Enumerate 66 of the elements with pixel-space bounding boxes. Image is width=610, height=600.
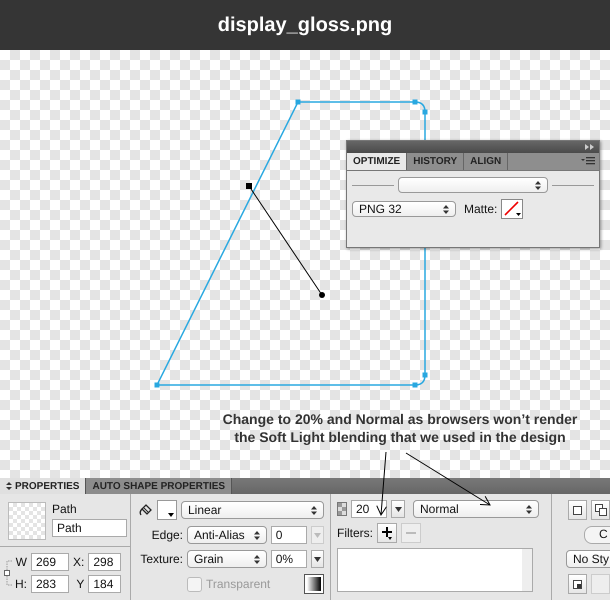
fill-swatch[interactable] — [157, 500, 177, 520]
geometry-field[interactable]: 269 — [31, 553, 69, 571]
gradient-handle[interactable] — [246, 183, 325, 298]
geometry-field[interactable]: 298 — [88, 553, 122, 571]
texture-dropdown[interactable]: Grain — [187, 550, 267, 568]
paint-bucket-icon — [139, 503, 153, 517]
object-type-label: Path — [52, 502, 78, 516]
opacity-dropdown-button[interactable] — [391, 500, 405, 518]
filters-label: Filters: — [337, 526, 373, 540]
geometry-label: X: — [73, 555, 84, 569]
edge-label: Edge: — [150, 528, 183, 542]
caret-icon — [314, 532, 321, 538]
opacity-icon — [337, 502, 347, 516]
preset-dropdown[interactable] — [398, 177, 548, 193]
collapse-icon[interactable] — [585, 144, 594, 150]
up-down-arrows-icon — [254, 530, 260, 540]
arrow — [376, 452, 388, 516]
gradient-button[interactable] — [304, 574, 324, 594]
texture-amount-field[interactable]: 0% — [270, 550, 307, 568]
up-down-arrows-icon — [254, 554, 260, 564]
new-style-icon — [573, 580, 582, 588]
up-down-arrows-icon — [6, 482, 12, 490]
panel-tab[interactable]: AUTO SHAPE PROPERTIES — [86, 478, 232, 494]
layers-button[interactable] — [591, 500, 610, 520]
up-down-arrows-icon — [526, 504, 532, 514]
geometry-label: H: — [15, 577, 27, 591]
annotation-text: Change to 20% and Normal as browsers won’t render the Soft Light blending that we used in the design — [222, 410, 578, 446]
geometry-field[interactable]: 184 — [88, 575, 122, 593]
window-title: display_gloss.png — [218, 14, 392, 36]
caret-icon — [168, 513, 174, 517]
style-button[interactable]: C — [584, 526, 610, 544]
fill-type-dropdown[interactable]: Linear — [181, 501, 324, 519]
opacity-field[interactable]: 20 — [351, 500, 387, 518]
thumbnail — [8, 502, 46, 540]
panel-tab[interactable]: ALIGN — [464, 153, 508, 170]
minus-icon — [406, 532, 416, 534]
constrain-icon[interactable] — [4, 558, 14, 588]
square-icon — [573, 506, 582, 514]
geometry-label: W — [15, 555, 27, 569]
texture-amount-dropdown-button[interactable] — [310, 550, 324, 568]
overlapping-squares-icon — [594, 504, 606, 516]
style-dropdown[interactable]: No Sty — [566, 550, 610, 568]
geometry-field[interactable]: 283 — [31, 575, 69, 593]
geometry-label: Y — [75, 577, 84, 591]
panel-tab[interactable]: PROPERTIES — [0, 478, 86, 494]
caret-icon — [314, 556, 321, 562]
up-down-arrows-icon — [443, 204, 449, 214]
texture-label: Texture: — [139, 552, 183, 566]
gradient-icon — [307, 577, 321, 591]
square-button[interactable] — [568, 500, 587, 520]
up-down-arrows-icon — [535, 180, 541, 190]
up-down-arrows-icon — [311, 506, 317, 514]
matte-swatch[interactable] — [501, 199, 524, 219]
plus-icon — [381, 526, 393, 540]
edge-dropdown[interactable]: Anti-Alias — [187, 526, 267, 544]
feather-field[interactable]: 0 — [270, 526, 307, 544]
new-style-button[interactable] — [568, 574, 587, 594]
panel-tab[interactable]: HISTORY — [407, 153, 464, 170]
format-dropdown[interactable]: PNG 32 — [352, 201, 456, 217]
panel-tab[interactable]: OPTIMIZE — [347, 153, 408, 170]
menu-icon[interactable] — [581, 157, 595, 165]
name-field[interactable]: Path — [52, 519, 127, 537]
add-filter-button[interactable] — [377, 523, 397, 543]
blend-mode-dropdown[interactable]: Normal — [413, 500, 539, 518]
matte-label: Matte: — [464, 202, 498, 216]
caret-icon — [394, 506, 402, 512]
